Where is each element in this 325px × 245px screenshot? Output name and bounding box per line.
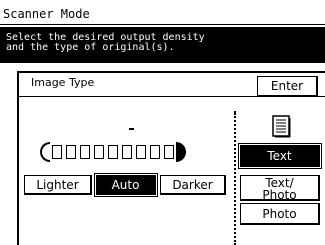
text-button[interactable]: Text: [238, 143, 322, 169]
lighter-button[interactable]: Lighter: [24, 175, 92, 195]
text-photo-button[interactable]: Text/ Photo: [240, 175, 320, 201]
instruction-line-2: and the type of original(s).: [6, 42, 175, 53]
density-dark-end: [176, 142, 186, 162]
density-cell: [164, 145, 174, 159]
density-cell: [94, 145, 104, 159]
image-type-label: Image Type: [31, 76, 95, 89]
dotted-divider: [234, 113, 236, 245]
density-light-end: [40, 142, 50, 162]
density-cells: [50, 145, 176, 159]
screen-title: Scanner Mode: [3, 7, 90, 21]
density-cell: [122, 145, 132, 159]
photo-button[interactable]: Photo: [240, 203, 320, 225]
density-cell: [136, 145, 146, 159]
instruction-banner: Select the desired output density and th…: [0, 27, 325, 63]
density-default-marker: [129, 128, 134, 130]
density-cell: [52, 145, 62, 159]
document-icon: [272, 115, 291, 138]
enter-button[interactable]: Enter: [257, 76, 318, 97]
density-cell: [150, 145, 160, 159]
density-cell: [108, 145, 118, 159]
density-cell: [66, 145, 76, 159]
darker-button[interactable]: Darker: [160, 175, 226, 195]
auto-button[interactable]: Auto: [94, 173, 158, 197]
density-scale: [40, 141, 186, 163]
density-cell: [80, 145, 90, 159]
text-photo-line-2: Photo: [262, 188, 297, 202]
title-divider: [0, 24, 325, 25]
panel-frame: [17, 97, 19, 245]
